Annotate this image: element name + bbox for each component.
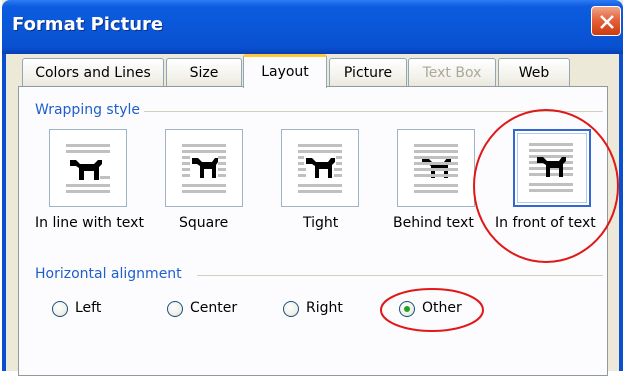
window-frame-right — [619, 54, 623, 371]
behind-text-icon — [414, 144, 458, 193]
wrap-option-inline[interactable] — [49, 129, 127, 207]
wrap-label-tight[interactable]: Tight — [303, 215, 338, 231]
radio-right[interactable] — [283, 301, 299, 317]
tab-web[interactable]: Web — [498, 58, 570, 88]
radio-label-left[interactable]: Left — [75, 300, 101, 316]
wrap-option-in-front-of-text[interactable] — [513, 129, 591, 207]
window-frame-left — [2, 54, 6, 371]
wrapping-style-divider — [131, 111, 603, 112]
wrap-option-behind-text[interactable] — [397, 129, 475, 207]
wrap-label-inline[interactable]: In line with text — [35, 215, 144, 231]
tab-text-box: Text Box — [408, 58, 496, 88]
wrap-option-tight[interactable] — [281, 129, 359, 207]
wrap-label-in-front-of-text[interactable]: In front of text — [495, 215, 596, 231]
close-icon — [600, 15, 614, 29]
wrapping-style-heading: Wrapping style — [35, 102, 144, 118]
layout-tab-panel: Wrapping style In line with text Square … — [18, 86, 608, 376]
square-wrap-icon — [182, 144, 226, 193]
radio-other[interactable] — [399, 301, 415, 317]
tab-picture[interactable]: Picture — [329, 58, 407, 88]
format-picture-dialog: Format Picture Colors and Lines Size Lay… — [2, 0, 623, 376]
tab-colors-and-lines[interactable]: Colors and Lines — [22, 58, 164, 88]
wrap-label-square[interactable]: Square — [179, 215, 228, 231]
title-bar[interactable]: Format Picture — [2, 0, 623, 54]
wrap-option-square[interactable] — [165, 129, 243, 207]
wrap-label-behind-text[interactable]: Behind text — [393, 215, 474, 231]
tight-wrap-icon — [298, 144, 342, 193]
radio-label-center[interactable]: Center — [190, 300, 237, 316]
horizontal-alignment-heading: Horizontal alignment — [35, 266, 186, 282]
dialog-title: Format Picture — [12, 14, 164, 35]
close-button[interactable] — [591, 6, 621, 36]
radio-label-other[interactable]: Other — [422, 300, 462, 316]
inline-with-text-icon — [66, 144, 110, 193]
horizontal-alignment-divider — [197, 275, 603, 276]
radio-selected-dot — [404, 306, 410, 312]
radio-label-right[interactable]: Right — [306, 300, 343, 316]
tab-size[interactable]: Size — [166, 58, 242, 88]
radio-center[interactable] — [167, 301, 183, 317]
in-front-of-text-icon — [529, 143, 573, 192]
radio-left[interactable] — [52, 301, 68, 317]
tab-layout[interactable]: Layout — [243, 54, 327, 88]
